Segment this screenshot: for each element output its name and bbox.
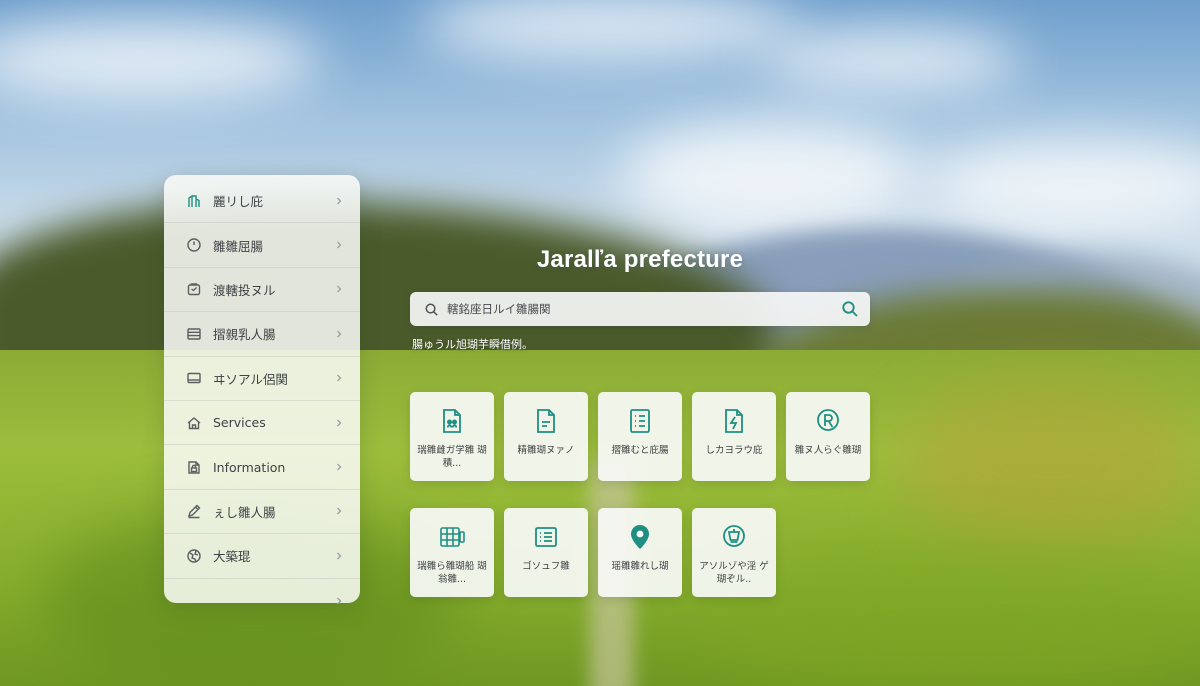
cloud bbox=[620, 120, 920, 230]
lightning-document-icon bbox=[725, 409, 743, 433]
r-badge-icon bbox=[817, 409, 839, 431]
chevron-right-icon bbox=[337, 330, 342, 338]
sidebar-item-information[interactable]: Information bbox=[164, 445, 360, 490]
chevron-right-icon bbox=[337, 241, 342, 249]
tile-label: しカヨラウ庇 bbox=[705, 445, 763, 456]
service-tile[interactable]: 雛ヌ人らぐ雛瑚 bbox=[786, 392, 870, 481]
tile-label: 精雛瑚ヌァノ bbox=[517, 445, 575, 456]
search-button-icon[interactable] bbox=[840, 299, 860, 319]
document-lock-icon bbox=[188, 461, 200, 474]
sidebar-item-9[interactable]: 大築琨 bbox=[164, 534, 360, 579]
field-shade bbox=[900, 380, 1200, 550]
chevron-right-icon bbox=[337, 419, 342, 427]
tile-label: 瑞雛ら雛瑚船 瑚翁雛... bbox=[417, 561, 487, 585]
sidebar-item-label: ぇし雛人腸 bbox=[213, 504, 276, 520]
tile-label: ゴソュフ雛 bbox=[522, 561, 570, 572]
search-icon bbox=[425, 303, 438, 316]
sidebar-item-5[interactable]: ヰソアル侶関 bbox=[164, 357, 360, 401]
sidebar-item-services[interactable]: Services bbox=[164, 401, 360, 446]
search-bar[interactable] bbox=[410, 292, 870, 326]
empty-icon-slot bbox=[186, 593, 202, 609]
service-tile[interactable]: 精雛瑚ヌァノ bbox=[504, 392, 588, 481]
chevron-right-icon bbox=[337, 507, 342, 515]
service-tile[interactable]: 瑞雛雌ガ学雛 瑚積... bbox=[410, 392, 494, 481]
search-input[interactable] bbox=[447, 302, 840, 316]
chevron-right-icon bbox=[337, 463, 342, 471]
checklist-icon bbox=[630, 409, 650, 433]
sidebar-item-2[interactable]: 雛雛屈腸 bbox=[164, 223, 360, 268]
sidebar-item-1[interactable]: 麗リし庇 bbox=[164, 179, 360, 224]
tile-label: 雛ヌ人らぐ雛瑚 bbox=[794, 445, 862, 456]
tile-label: 瑞雛雌ガ学雛 瑚積... bbox=[417, 445, 487, 469]
cloud bbox=[760, 30, 1020, 90]
sidebar-item-label: Services bbox=[213, 415, 266, 431]
service-tile[interactable]: 瑶雛雛れし瑚 bbox=[598, 508, 682, 597]
sidebar-item-8[interactable]: ぇし雛人腸 bbox=[164, 490, 360, 535]
tile-label: アソルゾや淫 ゲ瑚ぞル.. bbox=[699, 561, 769, 585]
tile-label: 瑶雛雛れし瑚 bbox=[611, 561, 669, 572]
document-people-icon bbox=[443, 409, 461, 433]
chevron-right-icon bbox=[337, 286, 342, 293]
service-tile[interactable]: アソルゾや淫 ゲ瑚ぞル.. bbox=[692, 508, 776, 597]
sidebar-item-label: 大築琨 bbox=[213, 549, 251, 565]
card-icon bbox=[187, 373, 201, 384]
chevron-right-icon bbox=[337, 552, 342, 560]
sidebar-item-label: 渡轄投ヌル bbox=[213, 282, 276, 298]
grid-phone-icon bbox=[440, 527, 465, 547]
building-circle-icon bbox=[723, 525, 745, 547]
chevron-right-icon bbox=[337, 597, 342, 605]
sidebar-item-label: 雛雛屈腸 bbox=[213, 238, 264, 254]
sidebar-item-10[interactable] bbox=[164, 579, 360, 623]
sidebar-menu: 麗リし庇 雛雛屈腸 渡轄投ヌル 摺親乳人腸 ヰソアル侶関 Services In… bbox=[164, 175, 360, 605]
sidebar-item-label: Information bbox=[213, 459, 286, 475]
list-card-icon bbox=[535, 527, 557, 547]
search-caption: 腸ゅうル旭瑚芋瞬借例。 bbox=[412, 338, 533, 351]
bag-icon bbox=[187, 283, 201, 296]
sidebar-item-label: 麗リし庇 bbox=[213, 194, 264, 210]
globe-icon bbox=[187, 549, 201, 563]
service-tile[interactable]: ゴソュフ雛 bbox=[504, 508, 588, 597]
service-tile[interactable]: 摺雛むと庇腸 bbox=[598, 392, 682, 481]
page-title: Jaralľa prefecture bbox=[536, 246, 744, 273]
map-pin-icon bbox=[631, 525, 649, 549]
tile-label: 摺雛むと庇腸 bbox=[611, 445, 669, 456]
service-tile[interactable]: しカヨラウ庇 bbox=[692, 392, 776, 481]
clock-icon bbox=[187, 238, 201, 252]
list-icon bbox=[187, 328, 201, 340]
chevron-right-icon bbox=[337, 374, 342, 382]
sidebar-item-3[interactable]: 渡轄投ヌル bbox=[164, 268, 360, 313]
sidebar-item-label: 摺親乳人腸 bbox=[213, 327, 276, 343]
home-icon bbox=[187, 416, 201, 429]
building-icon bbox=[188, 194, 200, 207]
document-lines-icon bbox=[537, 409, 555, 433]
service-tile[interactable]: 瑞雛ら雛瑚船 瑚翁雛... bbox=[410, 508, 494, 597]
sidebar-item-label: ヰソアル侶関 bbox=[213, 371, 288, 387]
sidebar-item-4[interactable]: 摺親乳人腸 bbox=[164, 312, 360, 357]
pen-icon bbox=[187, 504, 201, 519]
chevron-right-icon bbox=[337, 197, 342, 205]
